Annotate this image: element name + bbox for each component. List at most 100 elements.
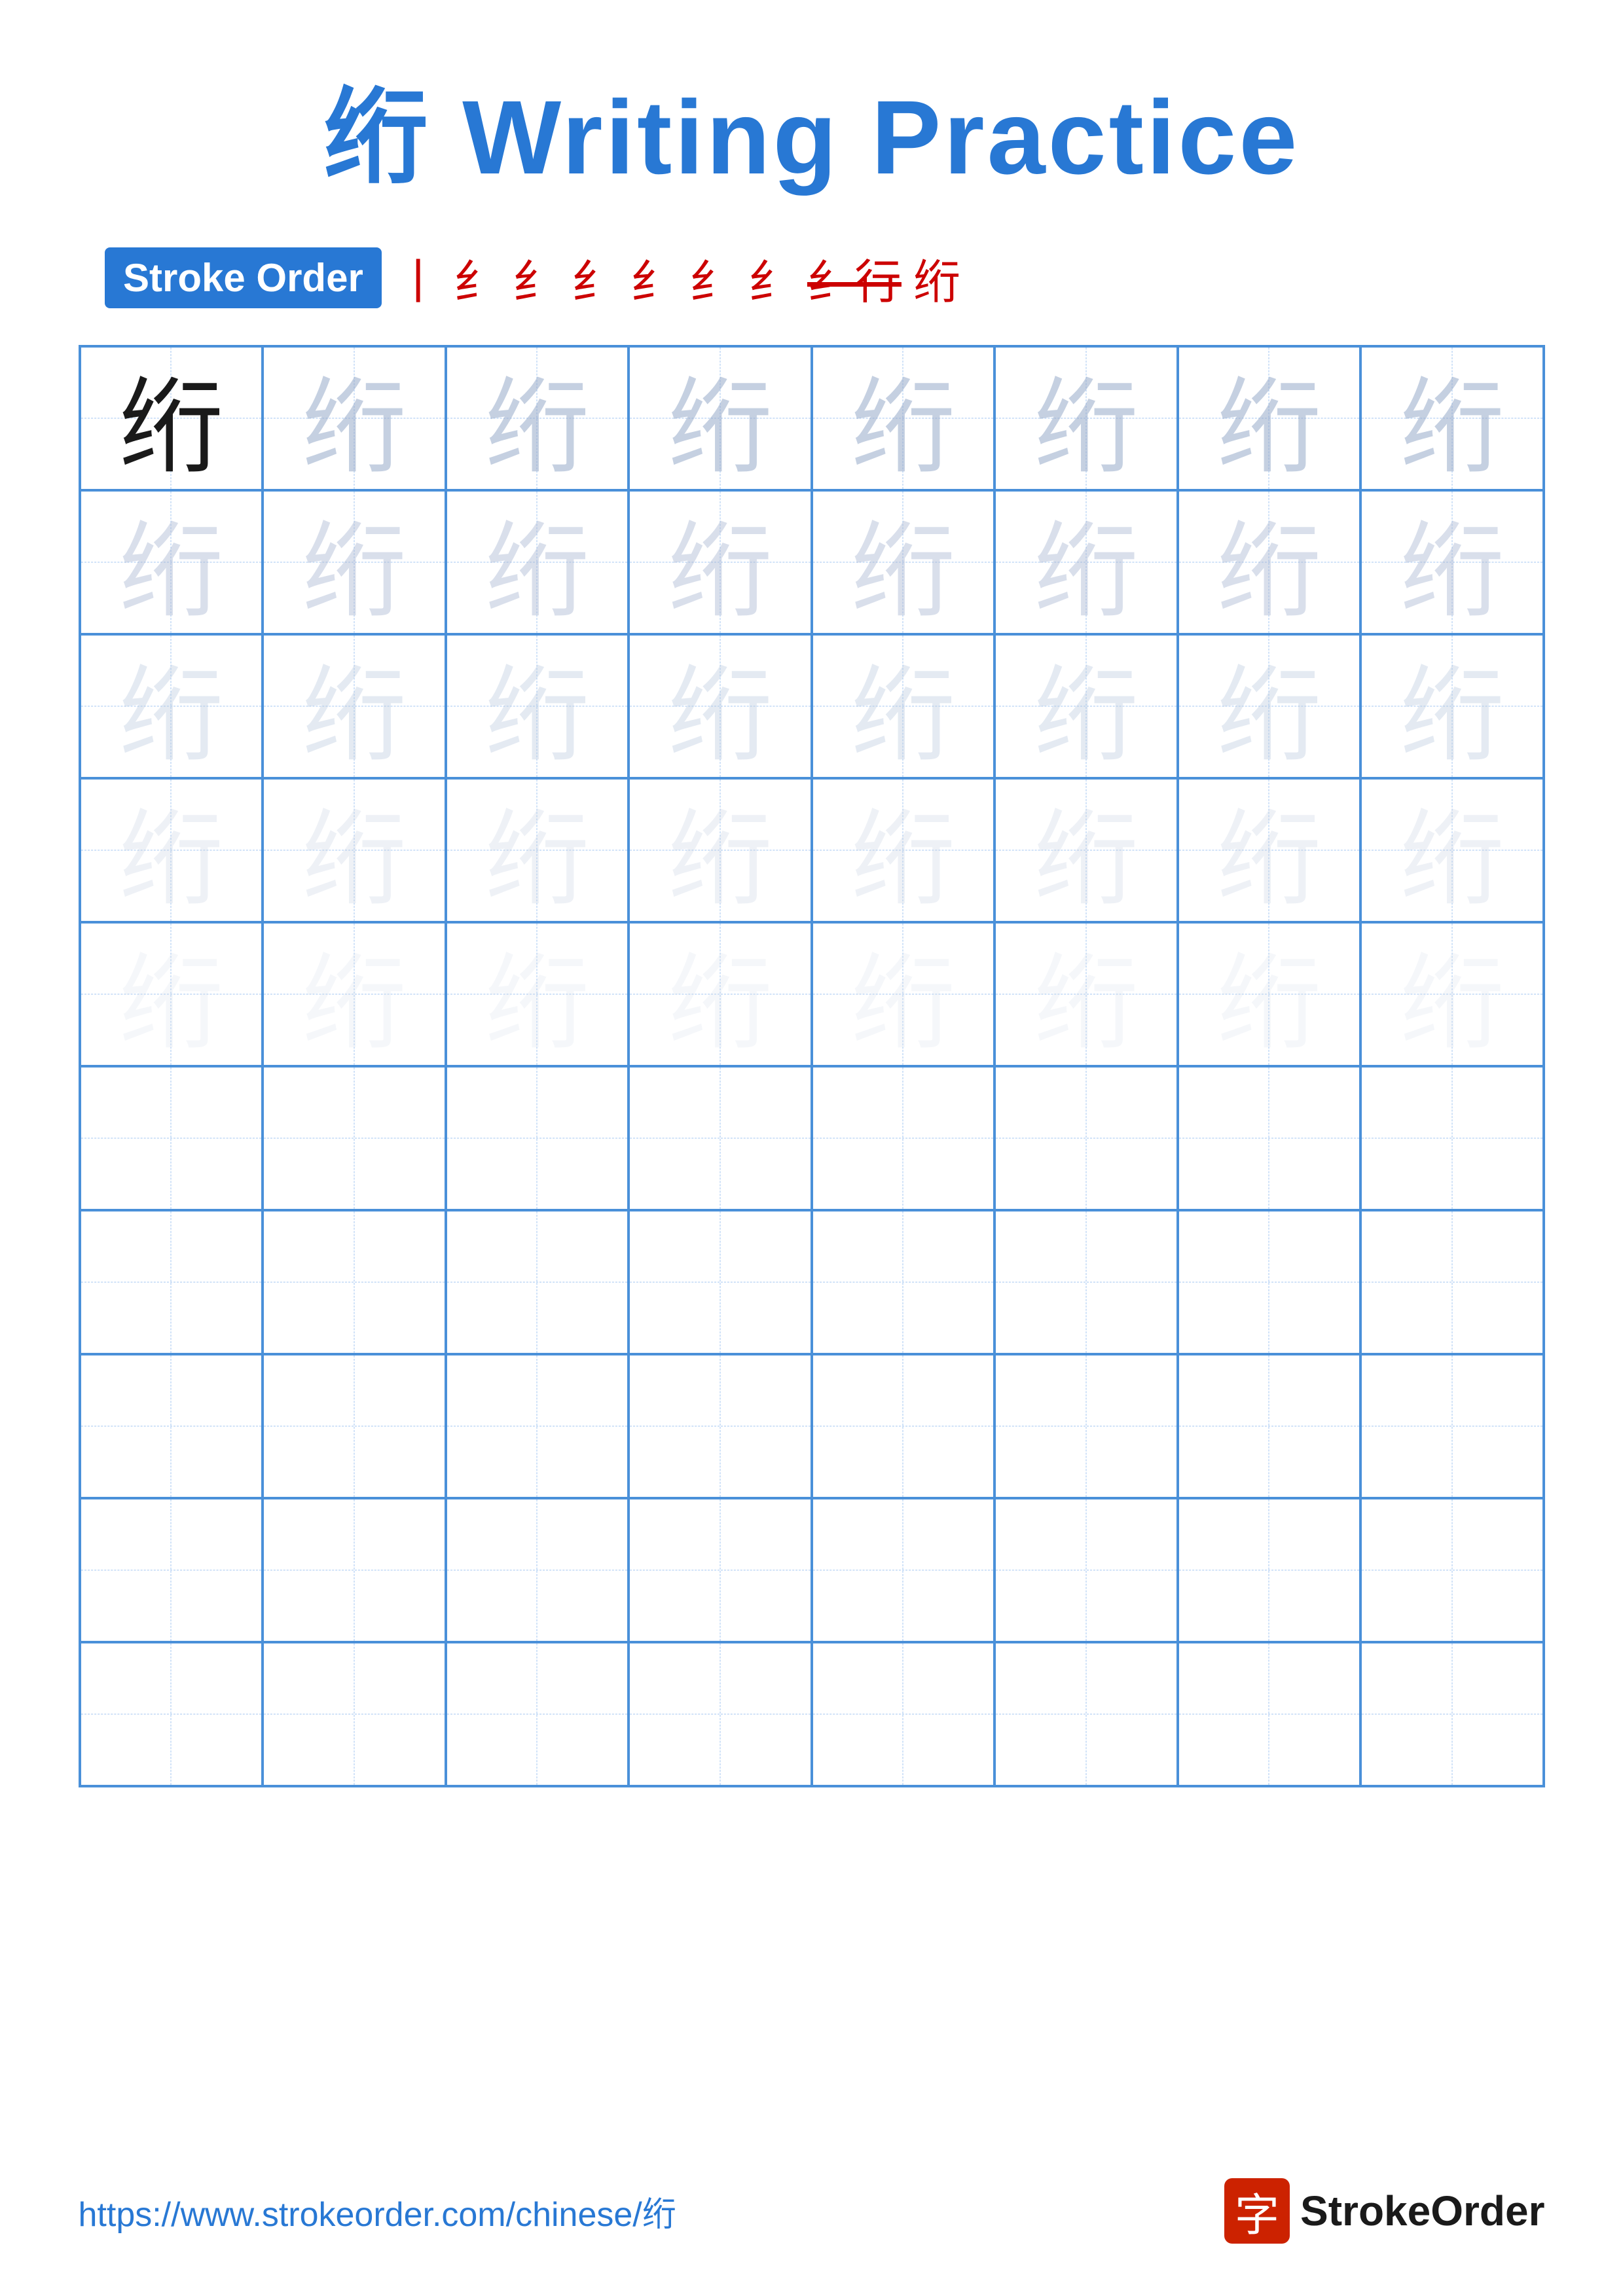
grid-cell-r6c1[interactable] bbox=[80, 1066, 263, 1210]
grid-cell-r4c3[interactable]: 绗 bbox=[446, 778, 629, 922]
grid-cell-r8c6[interactable] bbox=[994, 1354, 1178, 1498]
grid-cell-r3c6[interactable]: 绗 bbox=[994, 634, 1178, 778]
grid-cell-r7c2[interactable] bbox=[263, 1210, 446, 1354]
grid-cell-r7c8[interactable] bbox=[1360, 1210, 1544, 1354]
char-display: 绗 bbox=[1216, 630, 1321, 782]
grid-cell-r6c5[interactable] bbox=[812, 1066, 995, 1210]
grid-cell-r9c8[interactable] bbox=[1360, 1498, 1544, 1642]
grid-cell-r1c3[interactable]: 绗 bbox=[446, 346, 629, 490]
grid-cell-r2c7[interactable]: 绗 bbox=[1178, 490, 1361, 634]
grid-cell-r10c4[interactable] bbox=[629, 1642, 812, 1786]
grid-cell-r6c7[interactable] bbox=[1178, 1066, 1361, 1210]
grid-cell-r8c3[interactable] bbox=[446, 1354, 629, 1498]
grid-cell-r1c6[interactable]: 绗 bbox=[994, 346, 1178, 490]
stroke-step-9: 绗 bbox=[913, 243, 960, 312]
grid-cell-r5c1[interactable]: 绗 bbox=[80, 922, 263, 1066]
grid-cell-r3c5[interactable]: 绗 bbox=[812, 634, 995, 778]
grid-cell-r2c2[interactable]: 绗 bbox=[263, 490, 446, 634]
grid-cell-r1c2[interactable]: 绗 bbox=[263, 346, 446, 490]
char-display: 绗 bbox=[1216, 342, 1321, 494]
grid-cell-r4c5[interactable]: 绗 bbox=[812, 778, 995, 922]
grid-cell-r9c2[interactable] bbox=[263, 1498, 446, 1642]
grid-cell-r9c6[interactable] bbox=[994, 1498, 1178, 1642]
grid-cell-r5c8[interactable]: 绗 bbox=[1360, 922, 1544, 1066]
grid-cell-r6c8[interactable] bbox=[1360, 1066, 1544, 1210]
grid-cell-r4c2[interactable]: 绗 bbox=[263, 778, 446, 922]
grid-cell-r4c4[interactable]: 绗 bbox=[629, 778, 812, 922]
grid-cell-r2c8[interactable]: 绗 bbox=[1360, 490, 1544, 634]
grid-cell-r9c4[interactable] bbox=[629, 1498, 812, 1642]
grid-cell-r2c5[interactable]: 绗 bbox=[812, 490, 995, 634]
grid-cell-r7c1[interactable] bbox=[80, 1210, 263, 1354]
grid-cell-r1c7[interactable]: 绗 bbox=[1178, 346, 1361, 490]
char-display: 绗 bbox=[1400, 630, 1504, 782]
grid-cell-r9c1[interactable] bbox=[80, 1498, 263, 1642]
char-display: 绗 bbox=[119, 774, 223, 926]
grid-cell-r8c5[interactable] bbox=[812, 1354, 995, 1498]
grid-cell-r10c1[interactable] bbox=[80, 1642, 263, 1786]
grid-cell-r1c4[interactable]: 绗 bbox=[629, 346, 812, 490]
grid-cell-r3c2[interactable]: 绗 bbox=[263, 634, 446, 778]
grid-cell-r2c1[interactable]: 绗 bbox=[80, 490, 263, 634]
grid-cell-r8c4[interactable] bbox=[629, 1354, 812, 1498]
char-display: 绗 bbox=[484, 774, 589, 926]
grid-cell-r6c2[interactable] bbox=[263, 1066, 446, 1210]
grid-cell-r7c3[interactable] bbox=[446, 1210, 629, 1354]
char-display: 绗 bbox=[119, 918, 223, 1070]
grid-cell-r2c6[interactable]: 绗 bbox=[994, 490, 1178, 634]
grid-cell-r8c1[interactable] bbox=[80, 1354, 263, 1498]
grid-cell-r10c3[interactable] bbox=[446, 1642, 629, 1786]
char-display: 绗 bbox=[1400, 918, 1504, 1070]
footer-url[interactable]: https://www.strokeorder.com/chinese/绗 bbox=[79, 2187, 676, 2236]
stroke-step-8: 纟行 bbox=[807, 243, 902, 312]
grid-cell-r2c3[interactable]: 绗 bbox=[446, 490, 629, 634]
grid-cell-r1c1[interactable]: 绗 bbox=[80, 346, 263, 490]
grid-cell-r7c7[interactable] bbox=[1178, 1210, 1361, 1354]
grid-cell-r7c5[interactable] bbox=[812, 1210, 995, 1354]
grid-cell-r10c8[interactable] bbox=[1360, 1642, 1544, 1786]
char-display: 绗 bbox=[850, 918, 955, 1070]
grid-cell-r4c1[interactable]: 绗 bbox=[80, 778, 263, 922]
grid-cell-r10c6[interactable] bbox=[994, 1642, 1178, 1786]
grid-cell-r3c3[interactable]: 绗 bbox=[446, 634, 629, 778]
grid-cell-r6c6[interactable] bbox=[994, 1066, 1178, 1210]
grid-cell-r5c7[interactable]: 绗 bbox=[1178, 922, 1361, 1066]
page: 绗 Writing Practice Stroke Order 丨 纟 纟 纟 … bbox=[0, 0, 1623, 2296]
char-display: 绗 bbox=[1034, 342, 1139, 494]
grid-cell-r6c3[interactable] bbox=[446, 1066, 629, 1210]
grid-cell-r9c7[interactable] bbox=[1178, 1498, 1361, 1642]
grid-cell-r5c3[interactable]: 绗 bbox=[446, 922, 629, 1066]
grid-cell-r7c6[interactable] bbox=[994, 1210, 1178, 1354]
grid-cell-r6c4[interactable] bbox=[629, 1066, 812, 1210]
grid-cell-r5c6[interactable]: 绗 bbox=[994, 922, 1178, 1066]
grid-cell-r5c2[interactable]: 绗 bbox=[263, 922, 446, 1066]
grid-cell-r1c5[interactable]: 绗 bbox=[812, 346, 995, 490]
grid-cell-r8c8[interactable] bbox=[1360, 1354, 1544, 1498]
grid-cell-r9c5[interactable] bbox=[812, 1498, 995, 1642]
grid-cell-r8c7[interactable] bbox=[1178, 1354, 1361, 1498]
stroke-step-3: 纟 bbox=[513, 243, 560, 312]
grid-cell-r5c5[interactable]: 绗 bbox=[812, 922, 995, 1066]
char-display: 绗 bbox=[1216, 486, 1321, 638]
char-display: 绗 bbox=[1400, 774, 1504, 926]
footer-brand: 字 StrokeOrder bbox=[1224, 2178, 1544, 2244]
grid-cell-r4c6[interactable]: 绗 bbox=[994, 778, 1178, 922]
char-display: 绗 bbox=[850, 630, 955, 782]
grid-cell-r3c4[interactable]: 绗 bbox=[629, 634, 812, 778]
grid-cell-r10c7[interactable] bbox=[1178, 1642, 1361, 1786]
grid-cell-r8c2[interactable] bbox=[263, 1354, 446, 1498]
grid-cell-r3c7[interactable]: 绗 bbox=[1178, 634, 1361, 778]
grid-cell-r3c8[interactable]: 绗 bbox=[1360, 634, 1544, 778]
grid-cell-r4c8[interactable]: 绗 bbox=[1360, 778, 1544, 922]
grid-cell-r10c5[interactable] bbox=[812, 1642, 995, 1786]
char-display: 绗 bbox=[1034, 486, 1139, 638]
grid-cell-r4c7[interactable]: 绗 bbox=[1178, 778, 1361, 922]
grid-cell-r7c4[interactable] bbox=[629, 1210, 812, 1354]
grid-cell-r5c4[interactable]: 绗 bbox=[629, 922, 812, 1066]
grid-cell-r10c2[interactable] bbox=[263, 1642, 446, 1786]
grid-cell-r9c3[interactable] bbox=[446, 1498, 629, 1642]
grid-cell-r1c8[interactable]: 绗 bbox=[1360, 346, 1544, 490]
grid-cell-r2c4[interactable]: 绗 bbox=[629, 490, 812, 634]
grid-cell-r3c1[interactable]: 绗 bbox=[80, 634, 263, 778]
stroke-step-1: 丨 bbox=[395, 243, 442, 312]
